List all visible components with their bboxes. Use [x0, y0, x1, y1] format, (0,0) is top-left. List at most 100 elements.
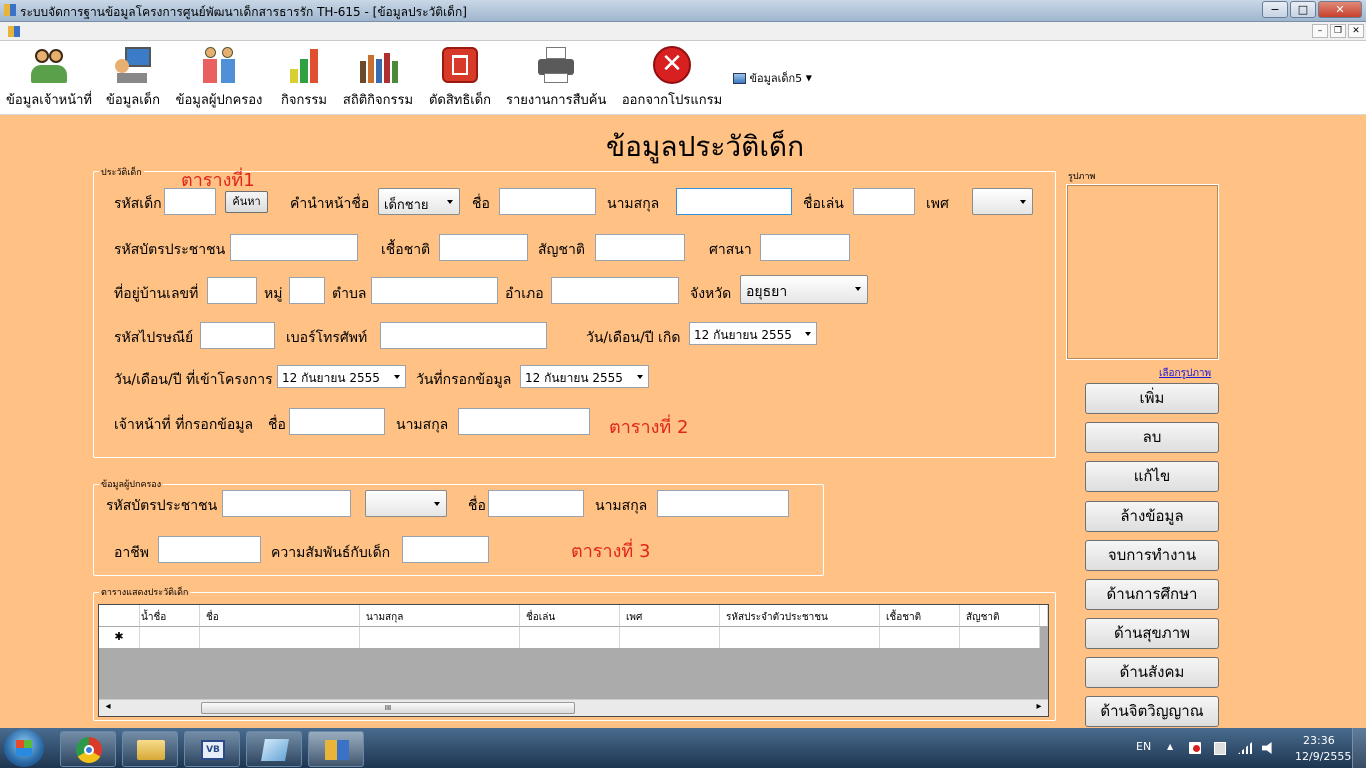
- surname-input[interactable]: [676, 188, 792, 215]
- edit-button[interactable]: แก้ไข: [1085, 461, 1219, 492]
- grid-cell[interactable]: [720, 627, 880, 648]
- volume-icon[interactable]: [1262, 742, 1272, 754]
- exit-icon: ✕: [652, 45, 692, 85]
- phone-input[interactable]: [380, 322, 547, 349]
- parent-citizen-id-input[interactable]: [222, 490, 351, 517]
- search-button[interactable]: ค้นหา: [225, 191, 268, 213]
- show-desktop-button[interactable]: [1352, 728, 1366, 768]
- name-input[interactable]: [499, 188, 596, 215]
- grid-cell[interactable]: [360, 627, 520, 648]
- close-button[interactable]: ✕: [1318, 1, 1362, 18]
- action-center-icon[interactable]: [1189, 742, 1201, 754]
- scroll-right-button[interactable]: ▸: [1032, 701, 1046, 715]
- clear-button[interactable]: ล้างข้อมูล: [1085, 501, 1219, 532]
- parent-surname-input[interactable]: [657, 490, 789, 517]
- toolbar-report-button[interactable]: รายงานการสืบค้น: [506, 45, 606, 109]
- grid-column-header[interactable]: ชื่อเล่น: [520, 605, 620, 627]
- grid-column-header[interactable]: เพศ: [620, 605, 720, 627]
- windows-logo-icon: [16, 740, 32, 756]
- mdi-minimize-button[interactable]: –: [1312, 24, 1328, 38]
- gender-select[interactable]: [972, 188, 1033, 215]
- clock-time[interactable]: 23:36: [1303, 734, 1335, 747]
- grid-column-header[interactable]: ชื่อ: [200, 605, 360, 627]
- toolbar-stats-button[interactable]: สถิติกิจกรรม: [340, 45, 416, 109]
- toolbar-parent-button[interactable]: ข้อมูลผู้ปกครอง: [174, 45, 264, 109]
- maximize-button[interactable]: □: [1290, 1, 1316, 18]
- province-select[interactable]: อยุธยา: [740, 275, 868, 304]
- parent-name-input[interactable]: [488, 490, 584, 517]
- scroll-left-button[interactable]: ◂: [101, 701, 115, 715]
- relation-input[interactable]: [402, 536, 489, 563]
- child-id-input[interactable]: [164, 188, 216, 215]
- history-data-grid[interactable]: น้ำชื่อ ชื่อ นามสกุล ชื่อเล่น เพศ รหัสปร…: [98, 604, 1049, 717]
- grid-column-header[interactable]: เชื้อชาติ: [880, 605, 960, 627]
- staff-surname-input[interactable]: [458, 408, 590, 435]
- grid-cell[interactable]: [960, 627, 1040, 648]
- delete-button[interactable]: ลบ: [1085, 422, 1219, 453]
- grid-cell[interactable]: [200, 627, 360, 648]
- taskbar-visual-basic[interactable]: VB: [184, 731, 240, 767]
- citizen-id-input[interactable]: [230, 234, 358, 261]
- scroll-thumb[interactable]: III: [201, 702, 575, 714]
- grid-column-header[interactable]: นามสกุล: [360, 605, 520, 627]
- race-input[interactable]: [439, 234, 528, 261]
- taskbar-explorer[interactable]: [122, 731, 178, 767]
- toolbar-exit-button[interactable]: ✕ ออกจากโปรแกรม: [620, 45, 724, 109]
- mdi-close-button[interactable]: ✕: [1348, 24, 1364, 38]
- nickname-input[interactable]: [853, 188, 915, 215]
- toolbar-activity-button[interactable]: กิจกรรม: [276, 45, 332, 109]
- clock-date[interactable]: 12/9/2555: [1295, 750, 1351, 763]
- language-indicator[interactable]: EN: [1136, 740, 1151, 753]
- finish-button[interactable]: จบการทำงาน: [1085, 540, 1219, 571]
- nickname-label: ชื่อเล่น: [803, 196, 844, 212]
- new-row-marker[interactable]: ✱: [99, 627, 140, 648]
- grid-cell[interactable]: [140, 627, 200, 648]
- postcode-input[interactable]: [200, 322, 275, 349]
- prefix-select[interactable]: เด็กชาย: [378, 188, 460, 215]
- parents-icon: [199, 45, 239, 85]
- toolbar-child-button[interactable]: ข้อมูลเด็ก: [104, 45, 162, 109]
- spiritual-button[interactable]: ด้านจิตวิญญาณ: [1085, 696, 1219, 727]
- relation-label: ความสัมพันธ์กับเด็ก: [271, 545, 391, 561]
- window-title-bar[interactable]: ระบบจัดการฐานข้อมูลโครงการศูนย์พัฒนาเด็ก…: [0, 0, 1366, 22]
- device-icon[interactable]: [1214, 742, 1226, 755]
- table-note-3: ตารางที่ 3: [571, 541, 651, 562]
- birth-date-picker[interactable]: 12 กันยายน 2555: [689, 322, 817, 345]
- taskbar-active-app[interactable]: [308, 731, 364, 767]
- surname-label: นามสกุล: [607, 196, 660, 212]
- grid-cell[interactable]: [520, 627, 620, 648]
- network-icon[interactable]: [1238, 742, 1252, 754]
- add-button[interactable]: เพิ่ม: [1085, 383, 1219, 414]
- taskbar-app[interactable]: [246, 731, 302, 767]
- mdi-menu-bar: – ❐ ✕: [0, 22, 1366, 41]
- select-photo-link[interactable]: เลือกรูปภาพ: [1159, 366, 1211, 381]
- grid-column-header[interactable]: น้ำชื่อ: [140, 605, 200, 627]
- tray-expand-icon[interactable]: ▲: [1167, 742, 1173, 751]
- house-no-input[interactable]: [207, 277, 257, 304]
- occupation-input[interactable]: [158, 536, 261, 563]
- parent-prefix-select[interactable]: [365, 490, 447, 517]
- grid-column-header[interactable]: รหัสประจำตัวประชาชน: [720, 605, 880, 627]
- toolbar-revoke-button[interactable]: ตัดสิทธิเด็ก: [426, 45, 494, 109]
- entry-date-picker[interactable]: 12 กันยายน 2555: [520, 365, 649, 388]
- staff-name-input[interactable]: [289, 408, 385, 435]
- amphoe-input[interactable]: [551, 277, 679, 304]
- social-button[interactable]: ด้านสังคม: [1085, 657, 1219, 688]
- toolbar-staff-button[interactable]: ข้อมูลเจ้าหน้าที่: [4, 45, 94, 109]
- education-button[interactable]: ด้านการศึกษา: [1085, 579, 1219, 610]
- child-dropdown-menu[interactable]: ข้อมูลเด็ก5 ▼: [733, 69, 812, 87]
- taskbar-chrome[interactable]: [60, 731, 116, 767]
- minimize-button[interactable]: −: [1262, 1, 1288, 18]
- horizontal-scrollbar[interactable]: ◂ III ▸: [99, 699, 1048, 716]
- join-date-picker[interactable]: 12 กันยายน 2555: [277, 365, 406, 388]
- moo-input[interactable]: [289, 277, 325, 304]
- grid-cell[interactable]: [880, 627, 960, 648]
- start-button[interactable]: [4, 729, 44, 767]
- grid-column-header[interactable]: สัญชาติ: [960, 605, 1040, 627]
- religion-input[interactable]: [760, 234, 850, 261]
- nationality-input[interactable]: [595, 234, 685, 261]
- health-button[interactable]: ด้านสุขภาพ: [1085, 618, 1219, 649]
- grid-cell[interactable]: [620, 627, 720, 648]
- tambon-input[interactable]: [371, 277, 498, 304]
- mdi-restore-button[interactable]: ❐: [1330, 24, 1346, 38]
